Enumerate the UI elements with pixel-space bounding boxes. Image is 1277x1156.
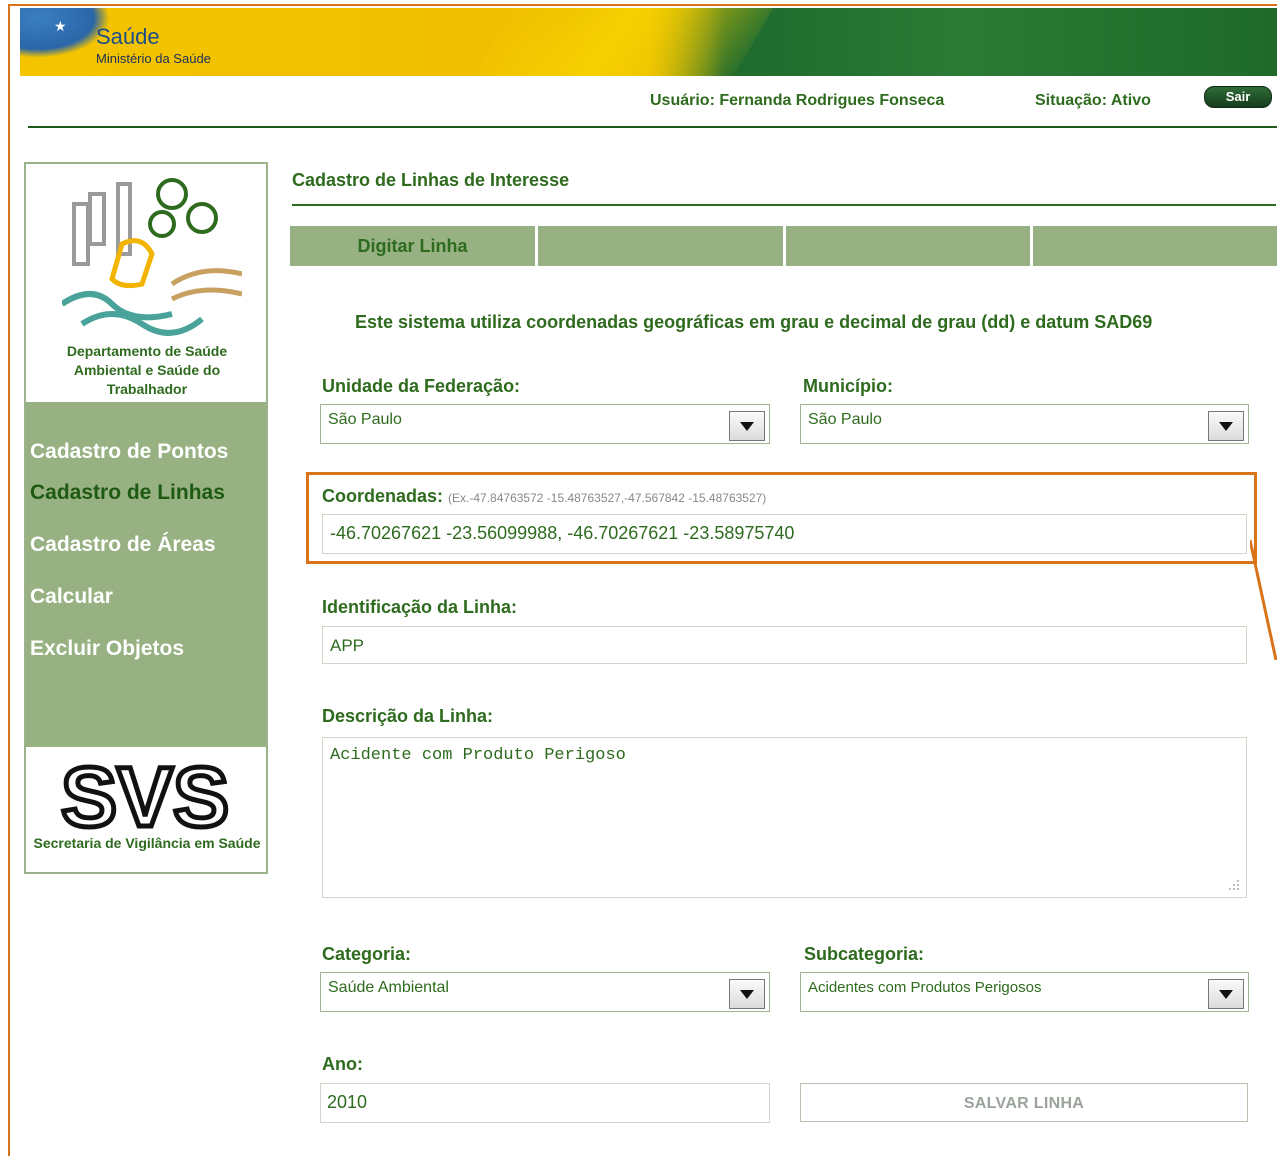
identificacao-input[interactable]: APP <box>322 626 1247 664</box>
sidebar-item-excluir[interactable]: Excluir Objetos <box>30 637 184 661</box>
sidebar-item-areas[interactable]: Cadastro de Áreas <box>30 533 216 557</box>
brand-subtitle: Ministério da Saúde <box>96 51 211 66</box>
sidebar-item-calcular[interactable]: Calcular <box>30 585 113 609</box>
coordinates-hint: (Ex.-47.84763572 -15.48763527,-47.567842… <box>448 491 767 505</box>
department-name: Departamento de Saúde Ambiental e Saúde … <box>66 343 228 397</box>
subcategoria-label: Subcategoria: <box>804 944 925 964</box>
chevron-down-icon[interactable] <box>1208 979 1244 1009</box>
tab-2[interactable] <box>538 226 783 266</box>
descricao-textarea-value: Acidente com Produto Perigoso <box>330 746 626 765</box>
categoria-label: Categoria: <box>322 944 412 964</box>
municipio-select[interactable]: São Paulo <box>800 404 1249 444</box>
sidebar-item-linhas[interactable]: Cadastro de Linhas <box>30 481 225 505</box>
logout-button[interactable]: Sair <box>1204 86 1272 108</box>
header-banner: ★ Saúde Ministério da Saúde <box>20 8 1277 76</box>
identificacao-input-value: APP <box>330 636 365 655</box>
callout-pointer-line <box>1250 540 1277 660</box>
chevron-down-icon[interactable] <box>729 411 765 441</box>
sidebar: Departamento de Saúde Ambiental e Saúde … <box>24 162 268 874</box>
star-icon: ★ <box>54 18 67 34</box>
tab-3[interactable] <box>786 226 1030 266</box>
ano-label: Ano: <box>322 1054 363 1074</box>
coordinates-input-value: -46.70267621 -23.56099988, -46.70267621 … <box>330 523 795 543</box>
tab-bar: Digitar Linha <box>290 226 1277 266</box>
banner-stripe <box>455 8 785 76</box>
coordinates-label: Coordenadas: (Ex.-47.84763572 -15.487635… <box>322 486 766 507</box>
ano-input-value: 2010 <box>327 1092 368 1112</box>
subcategoria-select-value: Acidentes com Produtos Perigosos <box>808 979 1042 996</box>
status-label: Situação: Ativo <box>1035 92 1151 109</box>
categoria-select-value: Saúde Ambiental <box>328 979 449 996</box>
uf-label: Unidade da Federação: <box>322 376 521 396</box>
svs-logo-text: SVS <box>61 752 229 838</box>
chevron-down-icon[interactable] <box>729 979 765 1009</box>
user-bar: Usuário: Fernanda Rodrigues Fonseca Situ… <box>0 88 1277 114</box>
subcategoria-select[interactable]: Acidentes com Produtos Perigosos <box>800 972 1249 1012</box>
sidebar-menu: Cadastro de Pontos Cadastro de Linhas Ca… <box>26 402 266 747</box>
descricao-textarea[interactable]: Acidente com Produto Perigoso <box>322 737 1247 898</box>
ano-input[interactable]: 2010 <box>320 1083 770 1123</box>
info-text: Este sistema utiliza coordenadas geográf… <box>355 312 1153 332</box>
title-divider <box>292 204 1276 206</box>
save-line-button[interactable]: SALVAR LINHA <box>800 1083 1248 1122</box>
chevron-down-icon[interactable] <box>1208 411 1244 441</box>
coordinates-label-text: Coordenadas: <box>322 486 444 506</box>
sidebar-item-pontos[interactable]: Cadastro de Pontos <box>30 440 228 464</box>
resize-grip-icon[interactable] <box>1226 877 1240 891</box>
svs-logo-icon: SVS <box>58 752 231 838</box>
municipio-select-value: São Paulo <box>808 411 882 428</box>
coordinates-input[interactable]: -46.70267621 -23.56099988, -46.70267621 … <box>322 514 1247 554</box>
department-logo-icon <box>62 178 242 336</box>
tab-digitar-linha[interactable]: Digitar Linha <box>290 226 535 266</box>
page-title: Cadastro de Linhas de Interesse <box>292 170 570 190</box>
brand-title: Saúde <box>96 24 160 49</box>
identificacao-label: Identificação da Linha: <box>322 597 518 617</box>
uf-select[interactable]: São Paulo <box>320 404 770 444</box>
municipio-label: Município: <box>803 376 893 396</box>
user-label: Usuário: Fernanda Rodrigues Fonseca <box>650 92 945 109</box>
descricao-label: Descrição da Linha: <box>322 706 494 726</box>
tab-4[interactable] <box>1033 226 1277 266</box>
header-divider <box>28 126 1277 128</box>
uf-select-value: São Paulo <box>328 411 402 428</box>
categoria-select[interactable]: Saúde Ambiental <box>320 972 770 1012</box>
svs-name: Secretaria de Vigilância em Saúde <box>33 835 261 851</box>
